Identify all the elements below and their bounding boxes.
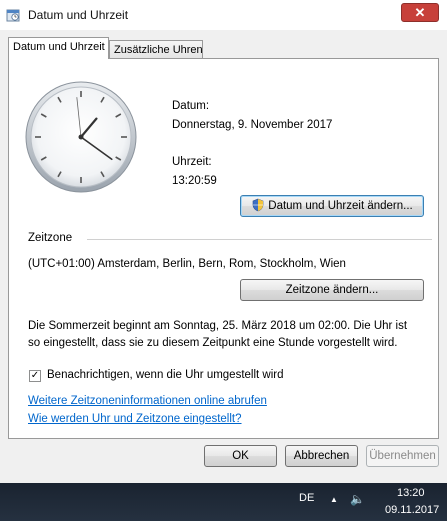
taskbar-clock-time[interactable]: 13:20 [397, 487, 425, 499]
change-timezone-button[interactable]: Zeitzone ändern... [240, 279, 424, 301]
change-date-time-button[interactable]: Datum und Uhrzeit ändern... [240, 195, 424, 217]
apply-button[interactable]: Übernehmen [366, 445, 439, 467]
dst-info-line-1: Die Sommerzeit beginnt am Sonntag, 25. M… [28, 320, 408, 332]
how-clock-set-link[interactable]: Wie werden Uhr und Zeitzone eingestellt? [28, 413, 242, 425]
date-time-dialog: Datum und Uhrzeit ✕ Zusätzliche Uhren Da… [0, 0, 447, 483]
close-button[interactable]: ✕ [401, 3, 439, 22]
section-divider [87, 239, 432, 240]
tab-panel-date-time: Datum: Donnerstag, 9. November 2017 Uhrz… [8, 58, 439, 439]
ok-label: OK [232, 450, 249, 462]
title-bar[interactable]: Datum und Uhrzeit ✕ [0, 0, 447, 30]
cancel-label: Abbrechen [293, 450, 350, 462]
checkmark-icon: ✓ [30, 370, 40, 381]
input-language-indicator[interactable]: DE [299, 492, 314, 504]
window-title: Datum und Uhrzeit [28, 8, 129, 22]
date-label: Datum: [172, 100, 210, 112]
analog-clock [25, 81, 137, 193]
volume-icon[interactable]: 🔈 [350, 492, 365, 506]
apply-label: Übernehmen [369, 450, 436, 462]
change-timezone-label: Zeitzone ändern... [285, 284, 379, 296]
ok-button[interactable]: OK [204, 445, 277, 467]
notify-checkbox-label[interactable]: Benachrichtigen, wenn die Uhr umgestellt… [47, 369, 284, 381]
clock-app-icon [6, 9, 20, 22]
time-label: Uhrzeit: [172, 156, 212, 168]
tab-date-time[interactable]: Datum und Uhrzeit [8, 37, 109, 59]
time-value: 13:20:59 [172, 175, 217, 187]
taskbar-clock-date[interactable]: 09.11.2017 [385, 504, 439, 516]
tab-additional-clocks[interactable]: Zusätzliche Uhren [109, 40, 203, 59]
close-icon: ✕ [414, 5, 426, 20]
change-date-time-label: Datum und Uhrzeit ändern... [268, 200, 413, 212]
more-timezone-info-link[interactable]: Weitere Zeitzoneninformationen online ab… [28, 395, 267, 407]
tab-label: Datum und Uhrzeit [13, 41, 105, 53]
show-hidden-icons-icon[interactable]: ▲ [330, 495, 338, 504]
date-value: Donnerstag, 9. November 2017 [172, 119, 333, 131]
dst-info-line-2: so eingestellt, dass sie zu diesem Zeitp… [28, 337, 398, 349]
timezone-value: (UTC+01:00) Amsterdam, Berlin, Bern, Rom… [28, 258, 346, 270]
notify-checkbox[interactable]: ✓ [29, 370, 41, 382]
timezone-heading: Zeitzone [28, 232, 73, 244]
uac-shield-icon [252, 198, 264, 212]
cancel-button[interactable]: Abbrechen [285, 445, 358, 467]
tab-label: Zusätzliche Uhren [114, 44, 203, 56]
taskbar: DE ▲ 🔈 13:20 09.11.2017 [0, 483, 447, 521]
